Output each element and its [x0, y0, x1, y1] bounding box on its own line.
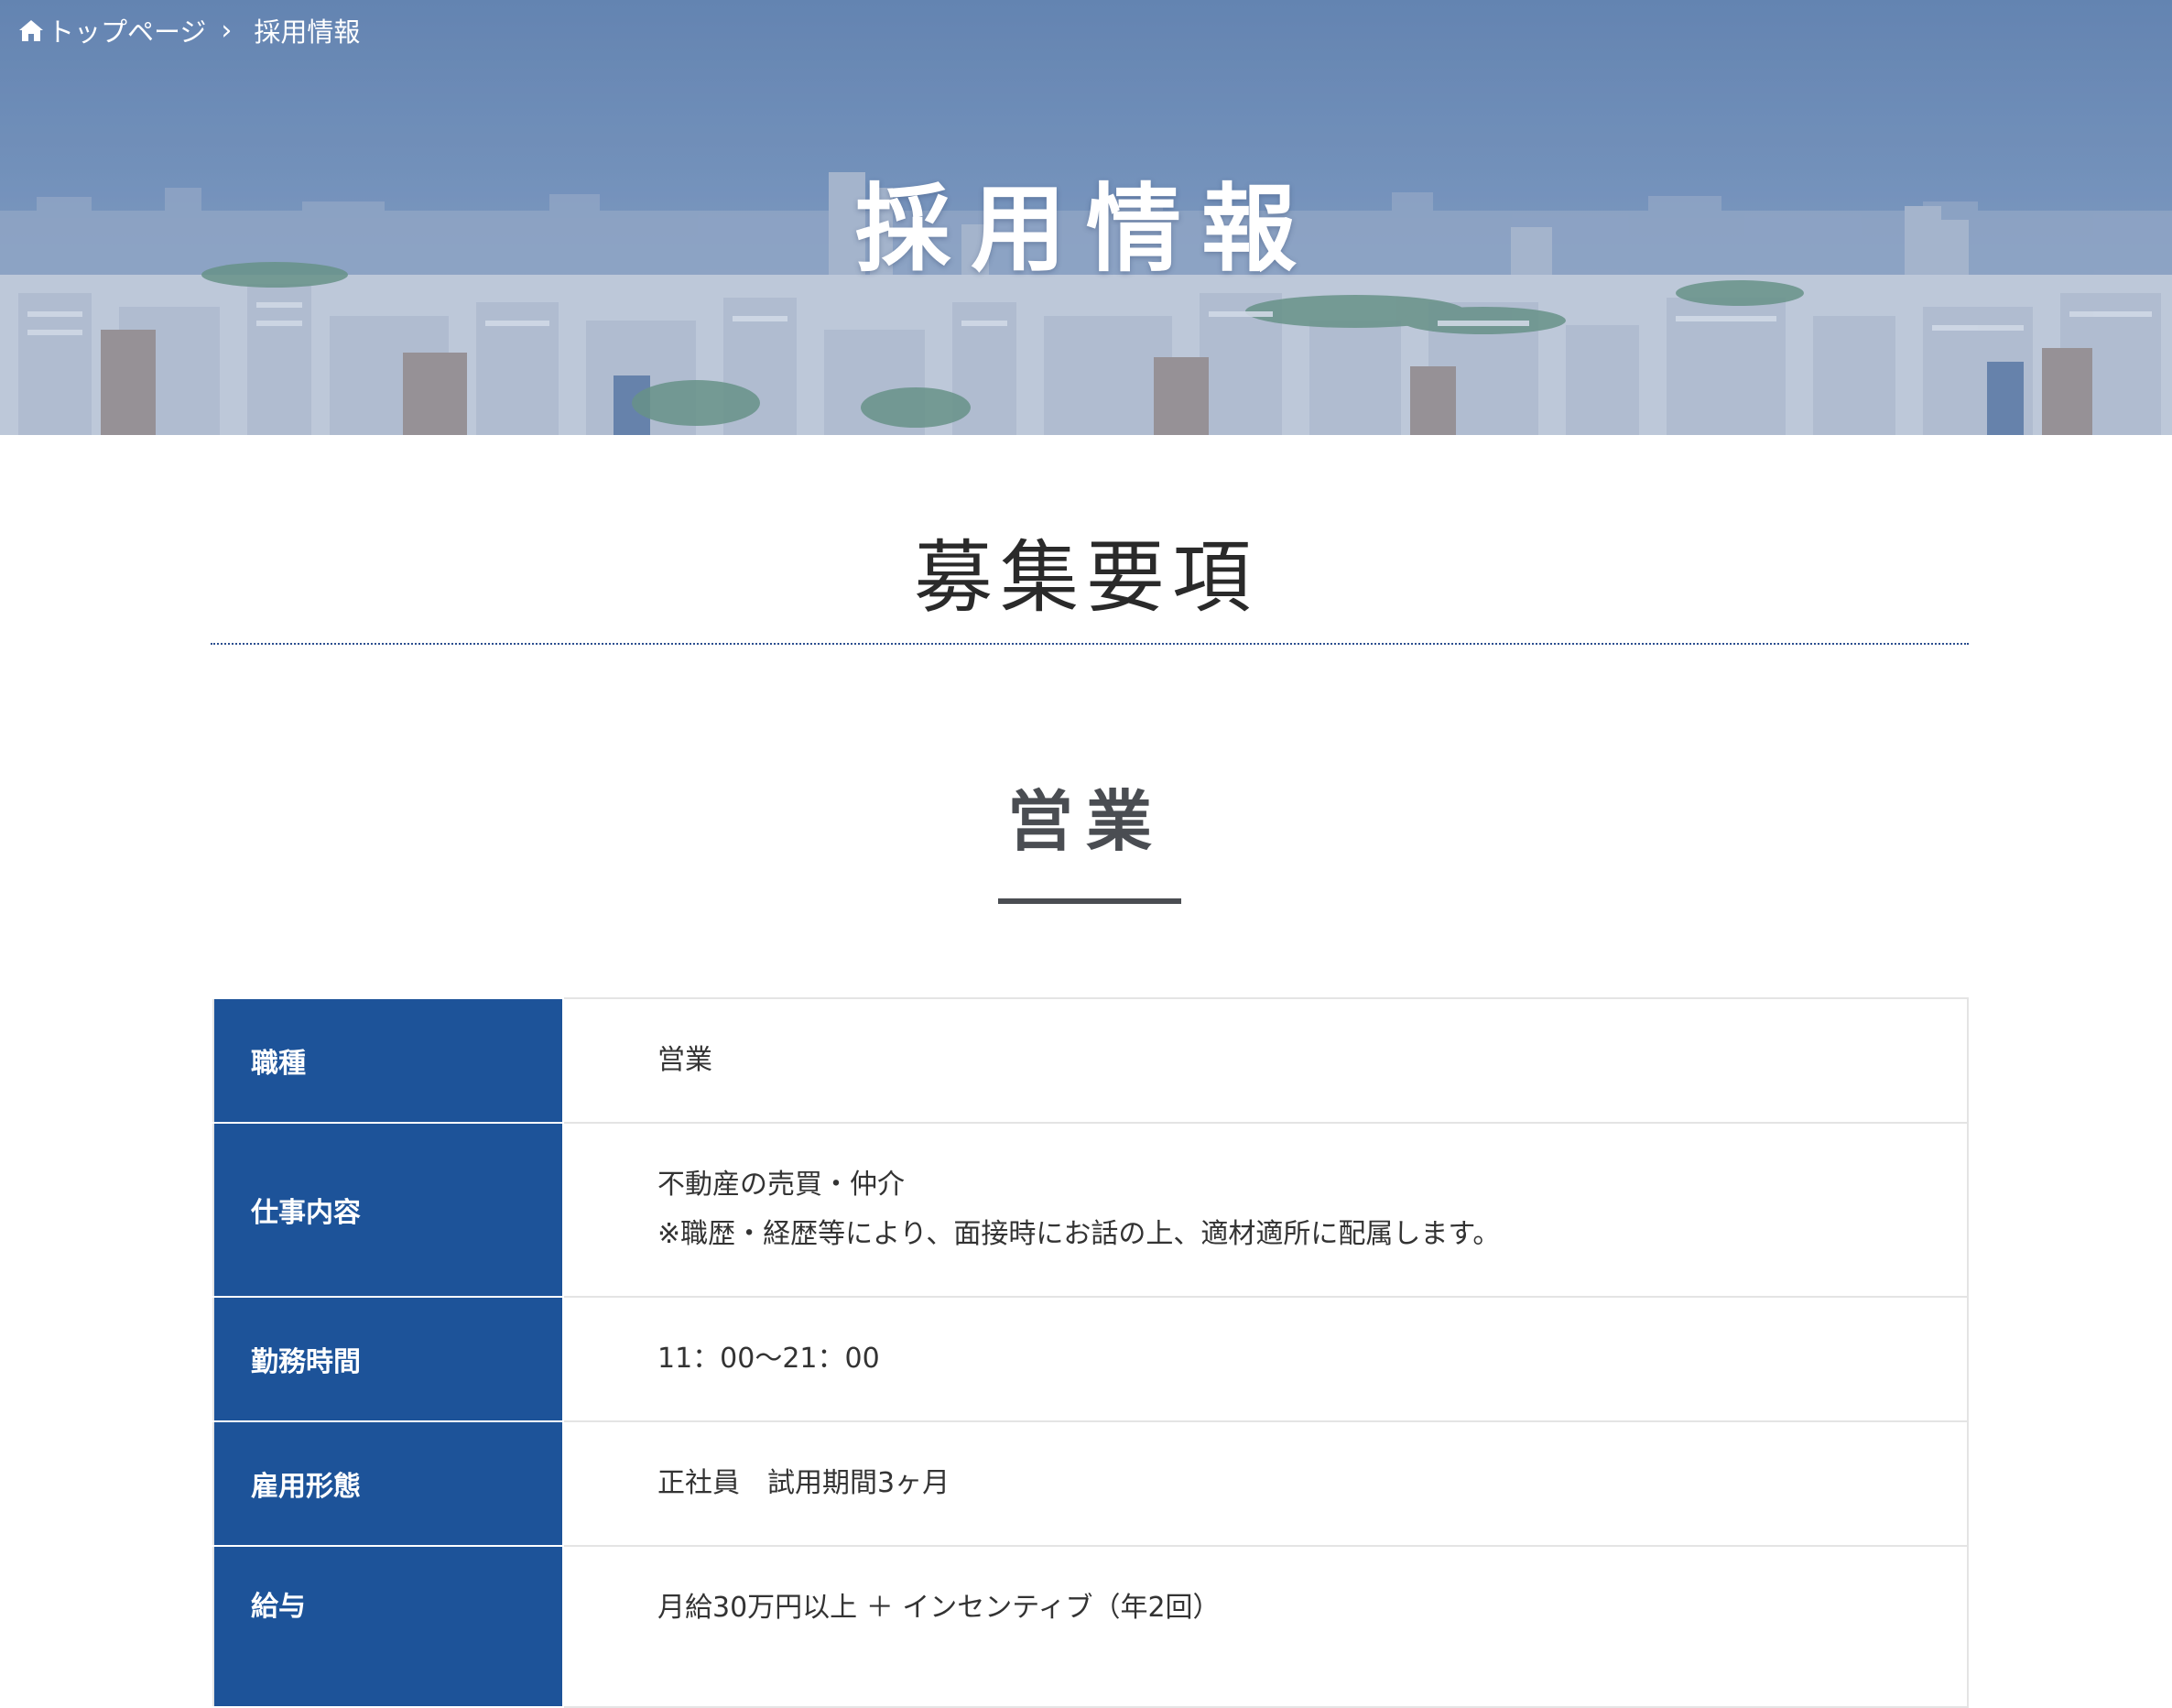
table-row: 雇用形態 正社員 試用期間3ヶ月 [212, 1420, 1969, 1547]
row-value: 11：00〜21：00 [562, 1296, 1969, 1422]
row-value: 営業 [562, 997, 1969, 1124]
hero-banner: トップページ › 採用情報 採用情報 [0, 0, 2172, 435]
row-value-line: 営業 [657, 1044, 712, 1076]
row-label: 給与 [212, 1545, 564, 1708]
home-icon[interactable] [18, 18, 44, 42]
breadcrumb-separator: › [221, 14, 233, 47]
table-row: 職種 営業 [212, 997, 1969, 1124]
row-value: 月給30万円以上 ＋ インセンティブ（年2回） [562, 1545, 1969, 1708]
section-divider [211, 643, 1969, 645]
row-label: 仕事内容 [212, 1122, 564, 1298]
hero-title: 採用情報 [854, 173, 1317, 285]
breadcrumb-current: 採用情報 [254, 16, 361, 48]
row-label: 職種 [212, 997, 564, 1124]
row-label: 勤務時間 [212, 1296, 564, 1422]
breadcrumb: トップページ › 採用情報 [18, 11, 360, 49]
section-title: 募集要項 [914, 532, 1258, 624]
row-value-line: 正社員 試用期間3ヶ月 [657, 1467, 950, 1499]
row-value: 不動産の売買・仲介 ※職歴・経歴等により、面接時にお話の上、適材適所に配属します… [562, 1122, 1969, 1298]
row-value-line: 月給30万円以上 ＋ インセンティブ（年2回） [657, 1592, 1221, 1624]
row-value-line: 11：00〜21：00 [657, 1343, 880, 1375]
row-label: 雇用形態 [212, 1420, 564, 1547]
row-value-line: 不動産の売買・仲介 [657, 1169, 905, 1201]
row-value: 正社員 試用期間3ヶ月 [562, 1420, 1969, 1547]
requirements-table: 職種 営業 仕事内容 不動産の売買・仲介 ※職歴・経歴等により、面接時にお話の上… [212, 997, 1969, 1708]
table-row: 勤務時間 11：00〜21：00 [212, 1296, 1969, 1422]
job-title-underline [998, 898, 1181, 904]
table-row: 仕事内容 不動産の売買・仲介 ※職歴・経歴等により、面接時にお話の上、適材適所に… [212, 1122, 1969, 1298]
row-value-line: ※職歴・経歴等により、面接時にお話の上、適材適所に配属します。 [657, 1218, 1501, 1250]
job-title: 営業 [1006, 783, 1165, 860]
breadcrumb-home-link[interactable]: トップページ [48, 11, 206, 49]
table-row: 給与 月給30万円以上 ＋ インセンティブ（年2回） [212, 1545, 1969, 1708]
